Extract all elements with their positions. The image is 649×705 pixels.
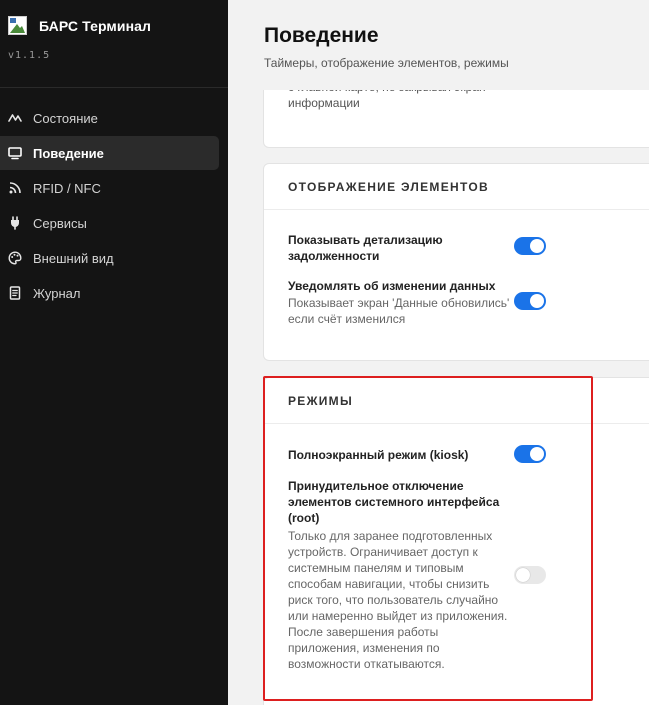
sidebar-item-label: Журнал — [33, 285, 81, 301]
palette-icon — [8, 251, 22, 265]
activity-icon — [8, 111, 22, 125]
sidebar-item-services[interactable]: Сервисы — [0, 206, 219, 240]
card-title: ОТОБРАЖЕНИЕ ЭЛЕМЕНТОВ — [264, 164, 649, 210]
sidebar-item-label: Внешний вид — [33, 250, 114, 266]
page-title: Поведение — [264, 24, 379, 47]
rss-icon — [8, 181, 22, 195]
sidebar-item-journal[interactable]: Журнал — [0, 276, 219, 310]
sidebar-item-label: Поведение — [33, 145, 104, 161]
sidebar-item-behavior[interactable]: Поведение — [0, 136, 219, 170]
setting-title: Полноэкранный режим (kiosk) — [288, 448, 469, 462]
brand: БАРС Терминал — [8, 16, 151, 35]
sidebar-item-appearance[interactable]: Внешний вид — [0, 241, 219, 275]
settings-card-modes: РЕЖИМЫ Полноэкранный режим (kiosk) Прину… — [263, 377, 649, 705]
sidebar-item-label: Состояние — [33, 110, 98, 126]
setting-description: Только для заранее подготовленных устрой… — [288, 529, 508, 671]
sidebar-divider — [0, 87, 228, 88]
sidebar-item-status[interactable]: Состояние — [0, 101, 219, 135]
settings-card-display: ОТОБРАЖЕНИЕ ЭЛЕМЕНТОВ Показывать детализ… — [263, 163, 649, 361]
setting-description: Показывает экран 'Данные обновились' есл… — [288, 296, 510, 326]
monitor-icon — [8, 146, 22, 160]
kiosk-mode-toggle[interactable] — [514, 445, 546, 463]
page-header: Поведение Таймеры, отображение элементов… — [228, 0, 649, 90]
sidebar-item-rfid[interactable]: RFID / NFC — [0, 171, 219, 205]
sidebar-item-label: RFID / NFC — [33, 180, 101, 196]
setting-title: Показывать детализацию задолженности — [288, 233, 443, 263]
main-content: Поведение Таймеры, отображение элементов… — [228, 0, 649, 705]
setting-title: Принудительное отключение элементов сист… — [288, 479, 500, 525]
setting-title: Уведомлять об изменении данных — [288, 279, 496, 293]
data-change-notify-toggle[interactable] — [514, 292, 546, 310]
journal-icon — [8, 286, 22, 300]
app-version: v1.1.5 — [8, 50, 51, 61]
debt-details-toggle[interactable] — [514, 237, 546, 255]
sidebar-item-label: Сервисы — [33, 215, 87, 231]
app-logo-icon — [8, 16, 27, 35]
system-ui-disable-toggle[interactable] — [514, 566, 546, 584]
app-title: БАРС Терминал — [39, 17, 152, 34]
card-title: РЕЖИМЫ — [264, 378, 649, 424]
sidebar-nav: Состояние Поведение RFID / NFC Сервисы В… — [0, 101, 228, 311]
page-subtitle: Таймеры, отображение элементов, режимы — [264, 56, 509, 70]
sidebar: БАРС Терминал v1.1.5 Состояние Поведение… — [0, 0, 228, 705]
plug-icon — [8, 216, 22, 230]
